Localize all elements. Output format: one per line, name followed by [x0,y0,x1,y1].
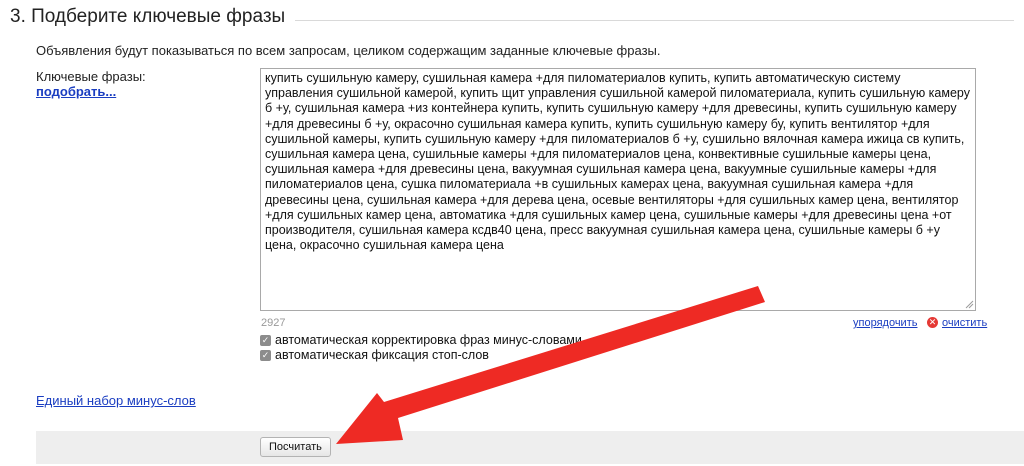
sort-keywords-link[interactable]: упорядочить [853,317,917,329]
auto-stop-label: автоматическая фиксация стоп-слов [275,348,489,362]
title-divider [295,20,1014,21]
auto-minus-option[interactable]: ✓ автоматическая корректировка фраз мину… [260,333,582,347]
section-title: 3. Подберите ключевые фразы [10,6,286,27]
clear-keywords-link[interactable]: очистить [942,317,987,329]
calculate-button[interactable]: Посчитать [260,437,331,457]
auto-stop-checkbox[interactable]: ✓ [260,349,271,361]
auto-minus-label: автоматическая корректировка фраз минус-… [275,333,582,347]
keywords-textarea[interactable]: купить сушильную камеру, сушильная камер… [260,68,976,311]
auto-minus-checkbox[interactable]: ✓ [260,334,271,346]
section-description: Объявления будут показываться по всем за… [36,43,661,58]
resize-grip-icon[interactable] [964,299,974,309]
keyword-phrases-page: 3. Подберите ключевые фразы Объявления б… [0,0,1024,466]
pick-keywords-link[interactable]: подобрать... [36,84,116,99]
minus-words-link[interactable]: Единый набор минус-слов [36,393,196,408]
auto-stop-option[interactable]: ✓ автоматическая фиксация стоп-слов [260,348,489,362]
char-count: 2927 [261,317,286,329]
keywords-label: Ключевые фразы: [36,69,146,84]
footer-bar [36,431,1024,464]
clear-icon[interactable]: ✕ [927,317,938,328]
